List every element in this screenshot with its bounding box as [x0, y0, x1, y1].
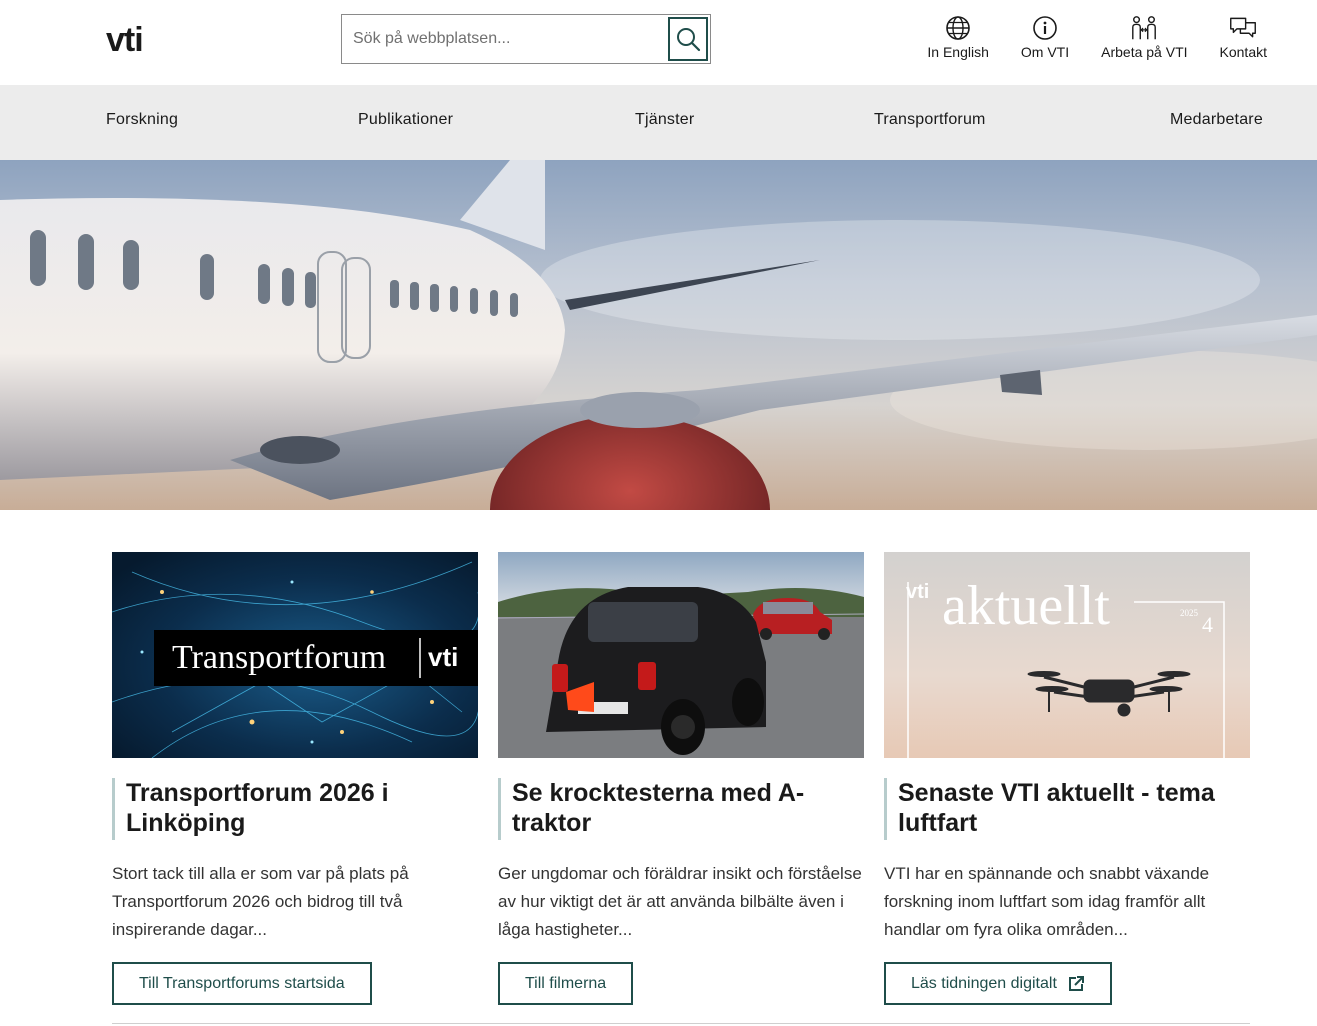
util-arbeta-pa-vti[interactable]: Arbeta på VTI	[1101, 14, 1188, 60]
hero-image	[0, 160, 1317, 510]
info-icon	[1033, 16, 1057, 40]
vti-aktuellt-cover: vti aktuellt 2025 4	[884, 552, 1250, 758]
util-label: Kontakt	[1219, 44, 1267, 60]
card-button-label: Till Transportforums startsida	[139, 974, 345, 992]
card-title[interactable]: Se krocktesterna med A-traktor	[498, 778, 864, 840]
search-icon	[677, 28, 701, 52]
vti-logo[interactable]: vti	[106, 22, 144, 58]
globe-icon	[946, 16, 970, 40]
card-button[interactable]: Till filmerna	[498, 962, 634, 1005]
search-button[interactable]	[668, 17, 708, 61]
card-krocktester: Se krocktesterna med A-traktor Ger ungdo…	[498, 552, 864, 1005]
card-title[interactable]: Senaste VTI aktuellt - tema luftfart	[884, 778, 1250, 840]
card-image[interactable]	[498, 552, 864, 758]
chat-icon	[1230, 17, 1257, 38]
image-title-text: Transportforum	[172, 639, 386, 676]
nav-tjanster[interactable]: Tjänster	[635, 111, 694, 129]
card-transportforum: Transportforum vti Transportforum 2026 i…	[112, 552, 478, 1005]
image-logo-text: vti	[428, 642, 458, 672]
card-button-label: Läs tidningen digitalt	[911, 974, 1057, 992]
crash-test-image	[498, 552, 864, 758]
cover-title-text: aktuellt	[942, 575, 1110, 637]
util-label: Om VTI	[1020, 44, 1070, 60]
search-box	[341, 14, 711, 64]
card-button[interactable]: Till Transportforums startsida	[112, 962, 372, 1005]
util-label: Arbeta på VTI	[1101, 44, 1188, 60]
site-header: vti In English	[0, 0, 1317, 85]
nav-publikationer[interactable]: Publikationer	[358, 111, 453, 129]
util-in-english[interactable]: In English	[927, 14, 989, 60]
news-cards: Transportforum vti Transportforum 2026 i…	[112, 552, 1250, 1012]
card-text: Ger ungdomar och föräldrar insikt och fö…	[498, 864, 862, 939]
airplane-illustration	[0, 160, 1317, 510]
card-vti-aktuellt: vti aktuellt 2025 4 Senaste VTI aktuellt…	[884, 552, 1250, 1005]
util-label: In English	[927, 44, 989, 60]
util-kontakt[interactable]: Kontakt	[1220, 14, 1267, 60]
cover-issue-text: 4	[1202, 612, 1213, 637]
nav-medarbetare[interactable]: Medarbetare	[1170, 111, 1263, 129]
cover-logo-text: vti	[906, 581, 929, 603]
external-link-icon	[1068, 975, 1084, 991]
divider	[112, 1023, 1250, 1024]
main-nav: Forskning Publikationer Tjänster Transpo…	[0, 85, 1317, 160]
nav-forskning[interactable]: Forskning	[106, 111, 178, 129]
transportforum-image: Transportforum vti	[112, 552, 478, 758]
card-title[interactable]: Transportforum 2026 i Linköping	[112, 778, 478, 840]
utility-nav: In English Om VTI Arbeta på VTI Kontakt	[895, 14, 1267, 60]
card-image[interactable]: vti aktuellt 2025 4	[884, 552, 1250, 758]
cover-year-text: 2025	[1180, 608, 1199, 618]
util-om-vti[interactable]: Om VTI	[1021, 14, 1069, 60]
search-input[interactable]	[343, 16, 665, 62]
nav-transportforum[interactable]: Transportforum	[874, 111, 986, 129]
card-button-label: Till filmerna	[525, 974, 607, 992]
card-image[interactable]: Transportforum vti	[112, 552, 478, 758]
card-text: Stort tack till alla er som var på plats…	[112, 864, 409, 939]
people-icon	[1132, 16, 1157, 40]
card-button[interactable]: Läs tidningen digitalt	[884, 962, 1112, 1005]
card-text: VTI har en spännande och snabbt växande …	[884, 864, 1210, 939]
